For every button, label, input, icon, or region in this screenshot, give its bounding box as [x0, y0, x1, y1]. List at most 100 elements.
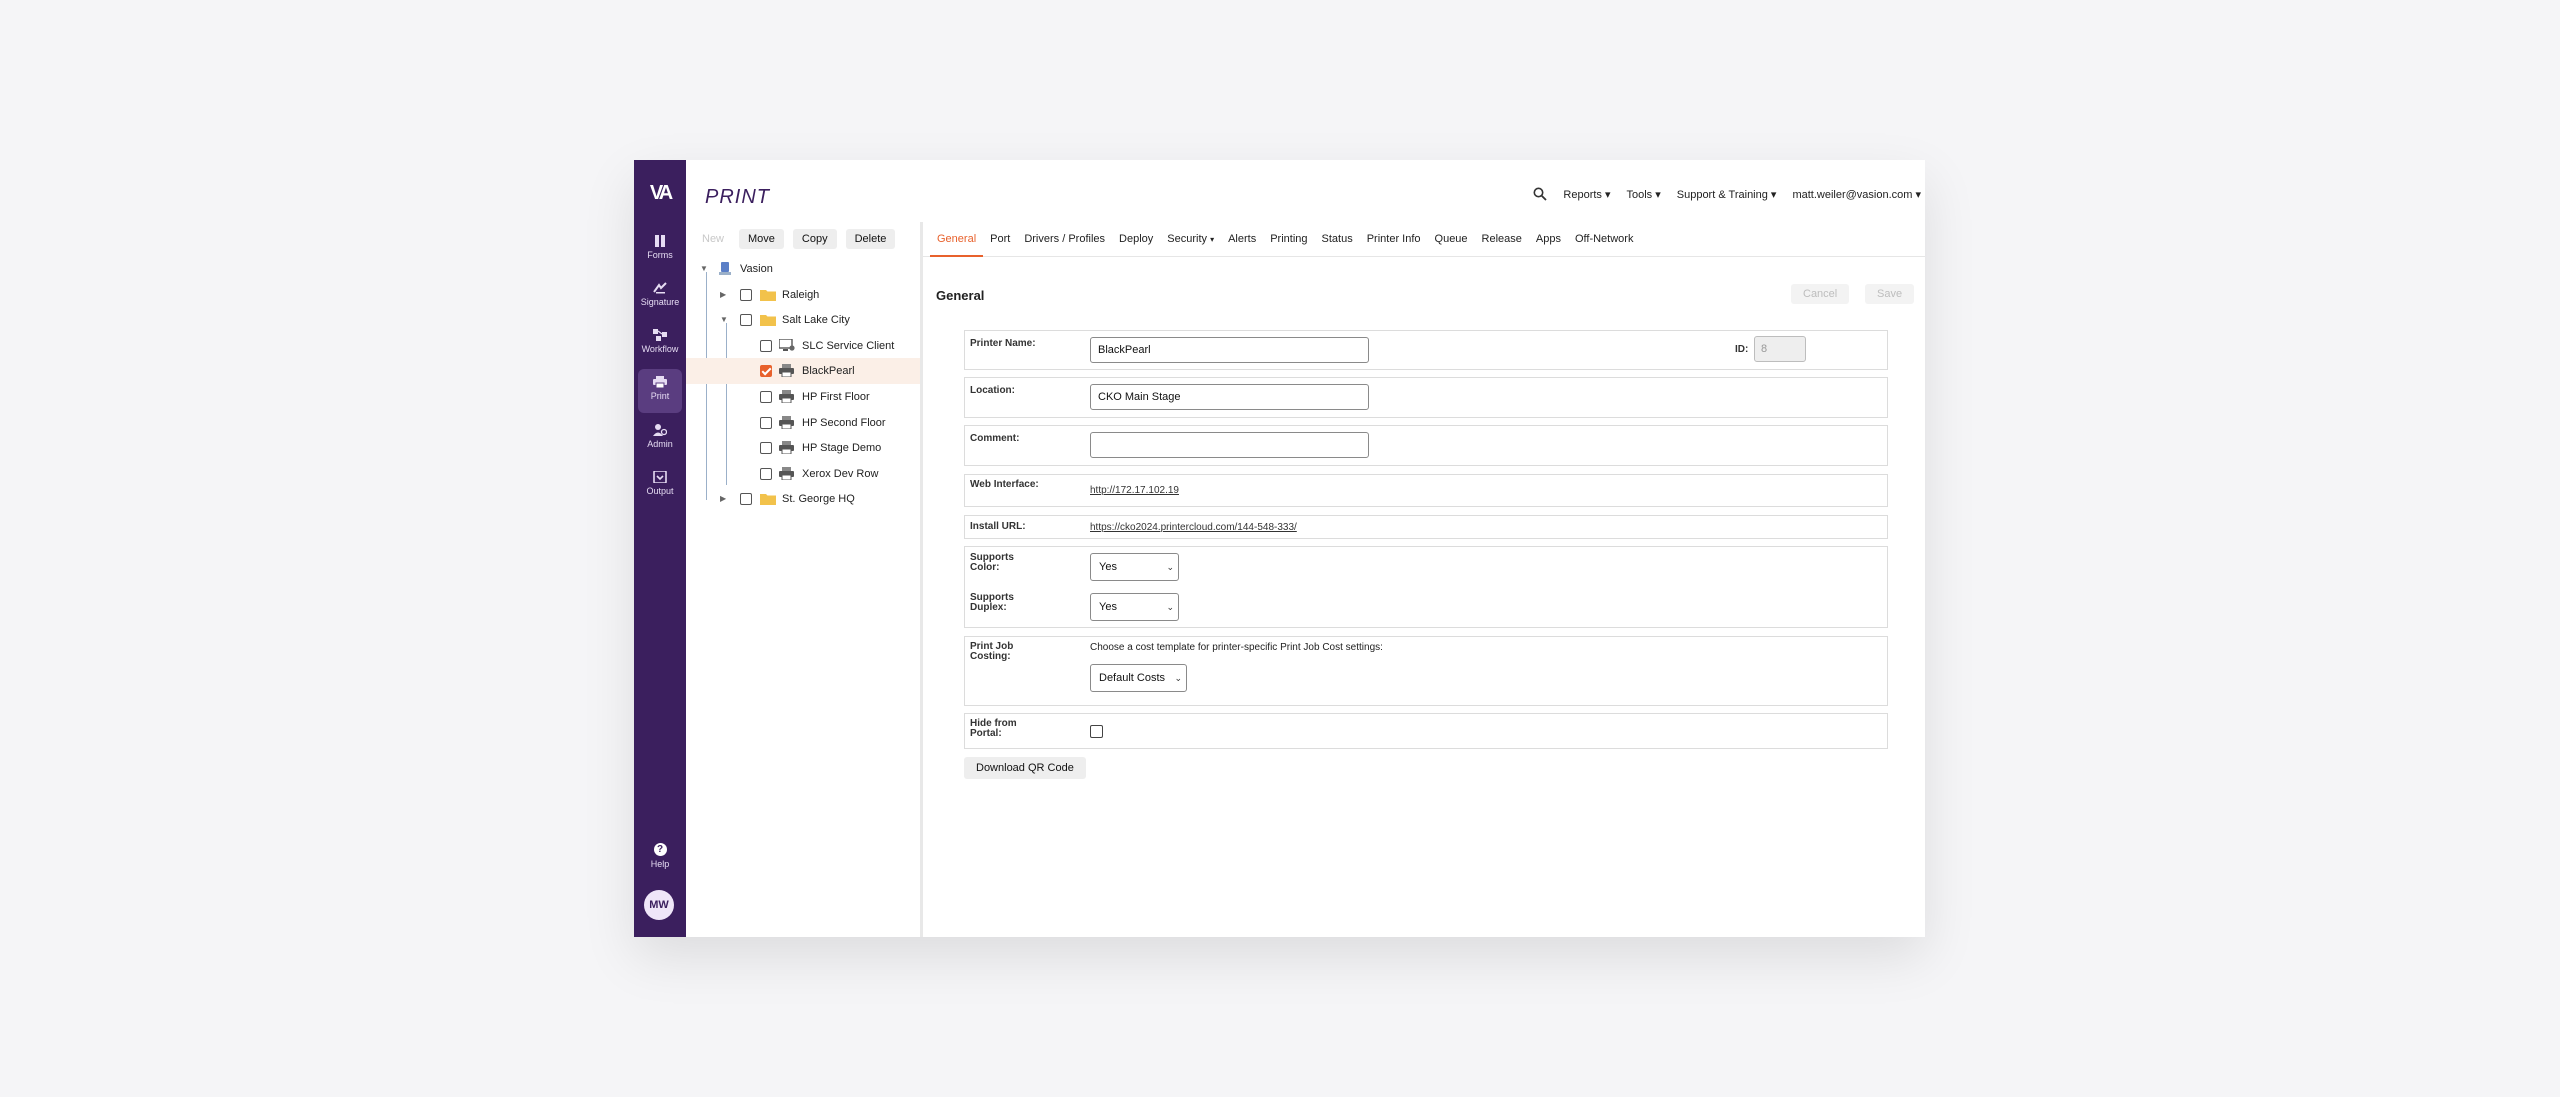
workflow-icon: [653, 329, 667, 341]
copy-button[interactable]: Copy: [792, 229, 837, 249]
tab-port[interactable]: Port: [983, 222, 1017, 256]
collapse-caret-icon[interactable]: ▼: [720, 316, 728, 324]
expand-caret-icon[interactable]: ▶: [720, 290, 728, 299]
move-button[interactable]: Move: [739, 229, 784, 249]
tab-apps[interactable]: Apps: [1529, 222, 1568, 256]
tab-release[interactable]: Release: [1475, 222, 1529, 256]
location-input[interactable]: CKO Main Stage: [1090, 384, 1369, 410]
vasion-logo[interactable]: VA: [634, 182, 686, 205]
tab-off-network[interactable]: Off-Network: [1568, 222, 1640, 256]
printer-icon: [779, 389, 794, 403]
chevron-down-icon: ⌄: [1166, 602, 1174, 612]
cost-template-select[interactable]: Default Costs ⌄: [1090, 664, 1187, 692]
tab-queue[interactable]: Queue: [1428, 222, 1475, 256]
tree-checkbox[interactable]: [740, 493, 752, 506]
supports-color-select[interactable]: Yes ⌄: [1090, 553, 1179, 581]
delete-button[interactable]: Delete: [845, 229, 896, 249]
tree-checkbox[interactable]: [740, 314, 752, 327]
printer-icon: [779, 441, 794, 455]
tab-general[interactable]: General: [930, 222, 984, 257]
tree-node-printer-selected[interactable]: BlackPearl: [686, 358, 920, 384]
hide-from-portal-label: Hide from Portal:: [970, 718, 1017, 739]
tab-deploy[interactable]: Deploy: [1112, 222, 1160, 256]
tree-node-printer[interactable]: HP Stage Demo: [686, 435, 920, 461]
install-url-label: Install URL:: [970, 521, 1026, 532]
hide-from-portal-checkbox[interactable]: [1090, 725, 1103, 738]
app-rail: VA Forms Signature Workflow Print Admin …: [634, 160, 686, 937]
tree-checkbox[interactable]: [760, 416, 772, 429]
tree-node-printer[interactable]: HP First Floor: [686, 384, 920, 410]
tree-node-folder[interactable]: ▼ Salt Lake City: [686, 307, 920, 333]
user-avatar[interactable]: MW: [644, 890, 674, 920]
printer-tree: ▼ Vasion ▶ Raleigh ▼ Salt Lake City SLC …: [686, 256, 920, 512]
tree-label: HP First Floor: [802, 390, 870, 403]
printer-name-input[interactable]: BlackPearl: [1090, 337, 1369, 363]
reports-menu[interactable]: Reports ▾: [1563, 188, 1610, 201]
folder-icon: [760, 289, 776, 301]
costing-hint: Choose a cost template for printer-speci…: [1090, 642, 1383, 653]
chevron-down-icon: ▾: [1210, 235, 1215, 244]
save-button[interactable]: Save: [1865, 284, 1915, 304]
app-window: VA Forms Signature Workflow Print Admin …: [634, 160, 1925, 937]
tab-printer-info[interactable]: Printer Info: [1360, 222, 1428, 256]
tree-node-printer[interactable]: Xerox Dev Row: [686, 461, 920, 487]
tree-checkbox[interactable]: [760, 339, 772, 352]
tree-label: HP Stage Demo: [802, 442, 882, 455]
printer-detail-pane: General Port Drivers / Profiles Deploy S…: [923, 222, 1925, 937]
expand-caret-icon[interactable]: ▶: [720, 495, 728, 503]
rail-item-signature[interactable]: Signature: [638, 275, 682, 319]
rail-item-workflow[interactable]: Workflow: [638, 322, 682, 366]
rail-label-output: Output: [646, 486, 674, 496]
rail-item-output[interactable]: Output: [638, 464, 682, 508]
web-interface-label: Web Interface:: [970, 479, 1039, 490]
tab-printing[interactable]: Printing: [1263, 222, 1314, 256]
folder-icon: [760, 315, 776, 327]
tree-checkbox[interactable]: [760, 390, 772, 403]
printer-name-label: Printer Name:: [970, 338, 1036, 349]
location-label: Location:: [970, 385, 1015, 396]
support-training-menu[interactable]: Support & Training ▾: [1677, 188, 1777, 201]
tab-security[interactable]: Security ▾: [1160, 222, 1221, 256]
id-label: ID:: [1735, 344, 1749, 355]
supports-color-value: Yes: [1099, 561, 1117, 573]
tree-checkbox[interactable]: [760, 442, 772, 455]
tree-node-service[interactable]: SLC Service Client: [686, 333, 920, 359]
output-icon: [653, 471, 667, 483]
supports-duplex-select[interactable]: Yes ⌄: [1090, 593, 1179, 621]
help-link[interactable]: ? Help: [634, 843, 686, 869]
tab-status[interactable]: Status: [1315, 222, 1360, 256]
user-menu[interactable]: matt.weiler@vasion.com ▾: [1792, 188, 1921, 201]
install-url-link[interactable]: https://cko2024.printercloud.com/144-548…: [1090, 522, 1297, 533]
new-button[interactable]: New: [696, 229, 730, 249]
tab-alerts[interactable]: Alerts: [1221, 222, 1263, 256]
printer-icon: [779, 364, 794, 378]
rail-label-workflow: Workflow: [641, 344, 679, 354]
supports-color-label: Supports Color:: [970, 552, 1014, 573]
tree-checkbox[interactable]: [740, 288, 752, 301]
tree-label: St. George HQ: [782, 493, 855, 506]
cancel-button[interactable]: Cancel: [1791, 284, 1850, 304]
tree-checkbox[interactable]: [760, 467, 772, 480]
download-qr-code-button[interactable]: Download QR Code: [964, 757, 1086, 779]
rail-item-forms[interactable]: Forms: [638, 228, 682, 272]
detail-tabs: General Port Drivers / Profiles Deploy S…: [923, 222, 1925, 257]
tree-toolbar: New Move Copy Delete: [696, 229, 904, 249]
rail-label-signature: Signature: [640, 297, 680, 307]
tree-node-folder[interactable]: ▶ St. George HQ: [686, 486, 920, 512]
search-icon[interactable]: [1533, 187, 1548, 201]
tab-drivers-profiles[interactable]: Drivers / Profiles: [1017, 222, 1112, 256]
tree-node-folder[interactable]: ▶ Raleigh: [686, 282, 920, 308]
comment-input[interactable]: [1090, 432, 1369, 458]
rail-item-admin[interactable]: Admin: [638, 417, 682, 461]
tree-node-printer[interactable]: HP Second Floor: [686, 410, 920, 436]
rail-item-print[interactable]: Print: [638, 369, 682, 413]
printer-icon: [779, 466, 794, 480]
id-input: 8: [1754, 336, 1806, 362]
comment-label: Comment:: [970, 433, 1020, 444]
field-row-install-url: Install URL: https://cko2024.printerclou…: [964, 515, 1888, 539]
tools-menu[interactable]: Tools ▾: [1626, 188, 1660, 201]
tree-node-root[interactable]: ▼ Vasion: [686, 256, 920, 282]
collapse-caret-icon[interactable]: ▼: [700, 265, 708, 273]
tree-checkbox-checked[interactable]: [760, 365, 772, 378]
web-interface-link[interactable]: http://172.17.102.19: [1090, 485, 1179, 496]
